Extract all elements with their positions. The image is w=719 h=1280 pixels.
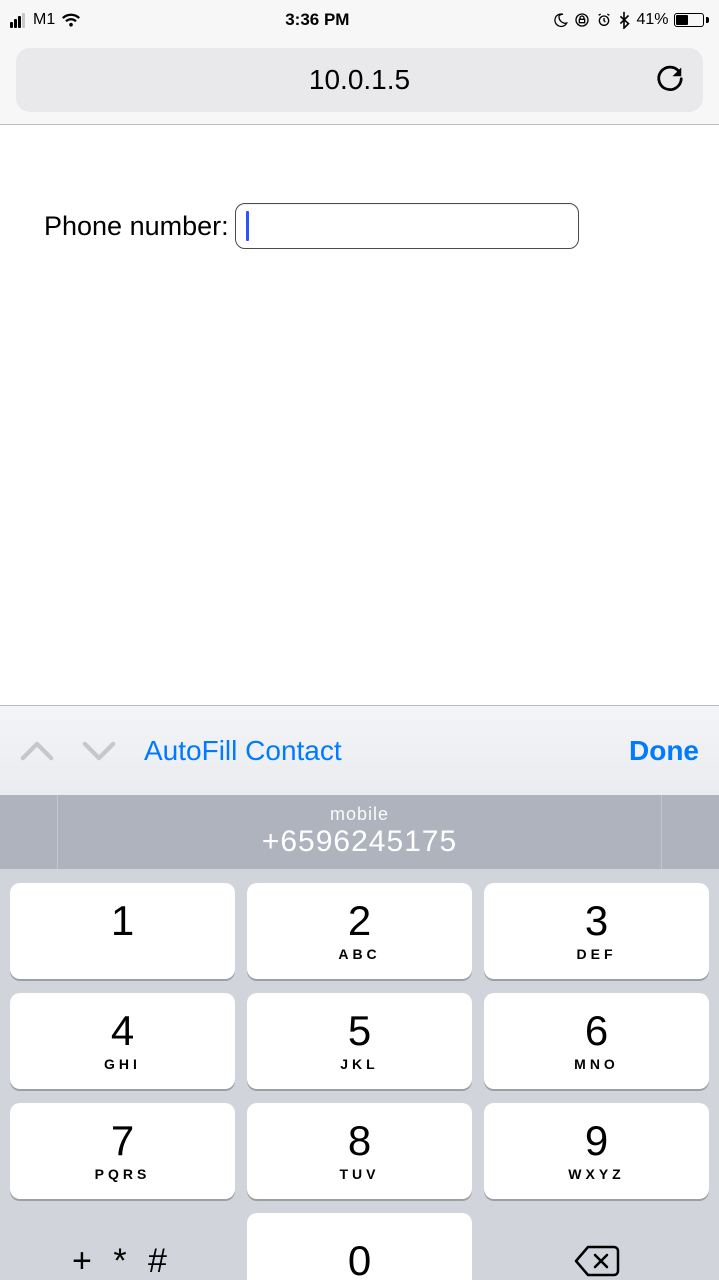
keypad-key-symbols[interactable]: + * # bbox=[10, 1213, 235, 1280]
reload-icon bbox=[655, 64, 685, 96]
keypad-key-9[interactable]: 9 WXYZ bbox=[484, 1103, 709, 1199]
alarm-icon bbox=[596, 12, 612, 28]
keypad-key-digit: 3 bbox=[585, 900, 608, 942]
accessory-left-group: AutoFill Contact bbox=[20, 735, 342, 767]
keypad-key-letters: WXYZ bbox=[568, 1166, 624, 1182]
backspace-icon bbox=[574, 1244, 620, 1278]
keypad-key-5[interactable]: 5 JKL bbox=[247, 993, 472, 1089]
keypad-key-digit: 0 bbox=[348, 1240, 371, 1280]
form-next-button[interactable] bbox=[82, 740, 116, 762]
keypad-key-digit: 4 bbox=[111, 1010, 134, 1052]
keypad-key-digit: 2 bbox=[348, 900, 371, 942]
keypad-key-letters: PQRS bbox=[95, 1166, 151, 1182]
form-prev-button[interactable] bbox=[20, 740, 54, 762]
keypad-key-0[interactable]: 0 bbox=[247, 1213, 472, 1280]
keypad-symbols-label: + * # bbox=[72, 1242, 173, 1280]
suggestion-value: +6596245175 bbox=[262, 825, 457, 859]
suggestion-type-label: mobile bbox=[330, 805, 389, 823]
do-not-disturb-icon bbox=[553, 13, 568, 28]
cellular-signal-icon bbox=[10, 13, 25, 28]
chevron-down-icon bbox=[82, 740, 116, 762]
battery-icon bbox=[674, 13, 709, 27]
autofill-contact-button[interactable]: AutoFill Contact bbox=[144, 735, 342, 767]
rotation-lock-icon bbox=[574, 12, 590, 28]
keypad-key-letters: DEF bbox=[577, 946, 617, 962]
address-bar[interactable]: 10.0.1.5 bbox=[16, 48, 703, 112]
keyboard-accessory-bar: AutoFill Contact Done bbox=[0, 705, 719, 795]
autofill-suggestion[interactable]: mobile +6596245175 bbox=[58, 795, 661, 869]
reload-button[interactable] bbox=[655, 64, 685, 96]
chevron-up-icon bbox=[20, 740, 54, 762]
phone-label: Phone number: bbox=[44, 211, 229, 242]
wifi-icon bbox=[61, 13, 81, 28]
keypad-key-letters: JKL bbox=[340, 1056, 378, 1072]
carrier-label: M1 bbox=[33, 11, 55, 29]
suggestion-strip-right-spacer bbox=[661, 795, 719, 869]
keypad-key-letters: ABC bbox=[338, 946, 380, 962]
web-page-content: Phone number: bbox=[0, 125, 719, 705]
keyboard-suggestion-strip: mobile +6596245175 bbox=[0, 795, 719, 869]
keypad-key-1[interactable]: 1 bbox=[10, 883, 235, 979]
keypad-key-digit: 9 bbox=[585, 1120, 608, 1162]
address-bar-url: 10.0.1.5 bbox=[309, 64, 410, 96]
keypad-key-6[interactable]: 6 MNO bbox=[484, 993, 709, 1089]
text-caret bbox=[246, 211, 249, 241]
numeric-keypad: 1 2 ABC 3 DEF 4 GHI 5 JKL 6 MNO 7 PQRS 8… bbox=[0, 869, 719, 1280]
browser-chrome: 10.0.1.5 bbox=[0, 40, 719, 125]
status-bar-time: 3:36 PM bbox=[285, 10, 349, 30]
done-button[interactable]: Done bbox=[629, 735, 699, 767]
status-bar-left: M1 bbox=[10, 11, 81, 29]
keypad-key-7[interactable]: 7 PQRS bbox=[10, 1103, 235, 1199]
keypad-key-digit: 1 bbox=[111, 900, 134, 942]
keypad-key-4[interactable]: 4 GHI bbox=[10, 993, 235, 1089]
keypad-key-letters: MNO bbox=[574, 1056, 619, 1072]
suggestion-strip-left-spacer bbox=[0, 795, 58, 869]
keypad-key-backspace[interactable] bbox=[484, 1213, 709, 1280]
keypad-key-letters: TUV bbox=[340, 1166, 380, 1182]
keypad-key-8[interactable]: 8 TUV bbox=[247, 1103, 472, 1199]
keypad-key-digit: 7 bbox=[111, 1120, 134, 1162]
phone-form-row: Phone number: bbox=[44, 203, 675, 249]
keypad-key-digit: 6 bbox=[585, 1010, 608, 1052]
keypad-key-3[interactable]: 3 DEF bbox=[484, 883, 709, 979]
keypad-key-2[interactable]: 2 ABC bbox=[247, 883, 472, 979]
status-bar: M1 3:36 PM 41% bbox=[0, 0, 719, 40]
keypad-key-letters: GHI bbox=[104, 1056, 141, 1072]
keypad-key-digit: 8 bbox=[348, 1120, 371, 1162]
status-bar-right: 41% bbox=[553, 11, 709, 29]
bluetooth-icon bbox=[618, 11, 630, 29]
battery-percentage: 41% bbox=[636, 11, 668, 29]
phone-input[interactable] bbox=[235, 203, 579, 249]
keypad-key-digit: 5 bbox=[348, 1010, 371, 1052]
